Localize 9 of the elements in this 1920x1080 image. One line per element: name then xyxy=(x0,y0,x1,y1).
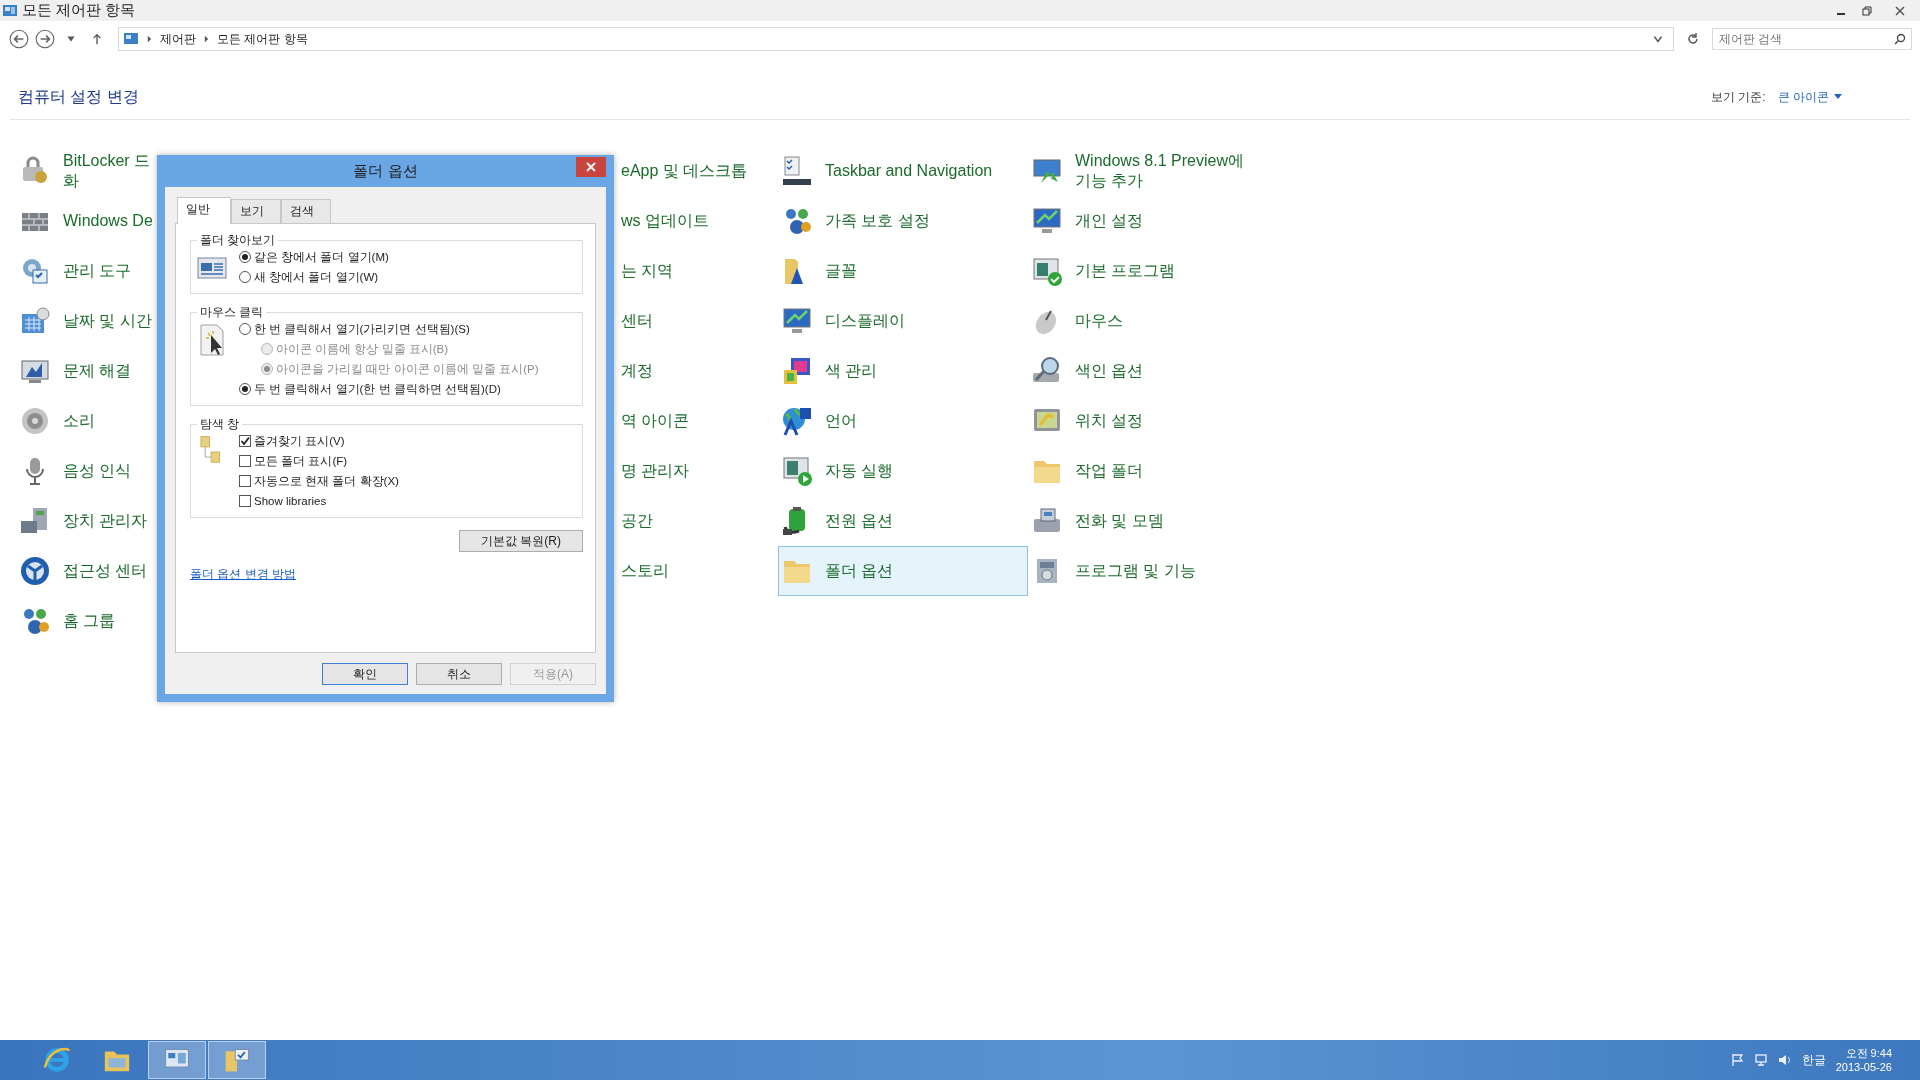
time: 오전 9:44 xyxy=(1845,1046,1892,1060)
date: 2013-05-26 xyxy=(1835,1060,1892,1074)
dialog-title: 폴더 옵션 xyxy=(353,161,418,181)
window-title: 모든 제어판 항목 xyxy=(22,1,136,20)
group-title: 마우스 클릭 xyxy=(199,304,265,321)
page-heading: 컴퓨터 설정 변경 xyxy=(18,86,139,107)
group-title: 탐색 창 xyxy=(199,416,241,433)
group-title: 폴더 찾아보기 xyxy=(199,232,277,249)
view-by-label: 보기 기준: xyxy=(1711,88,1766,106)
